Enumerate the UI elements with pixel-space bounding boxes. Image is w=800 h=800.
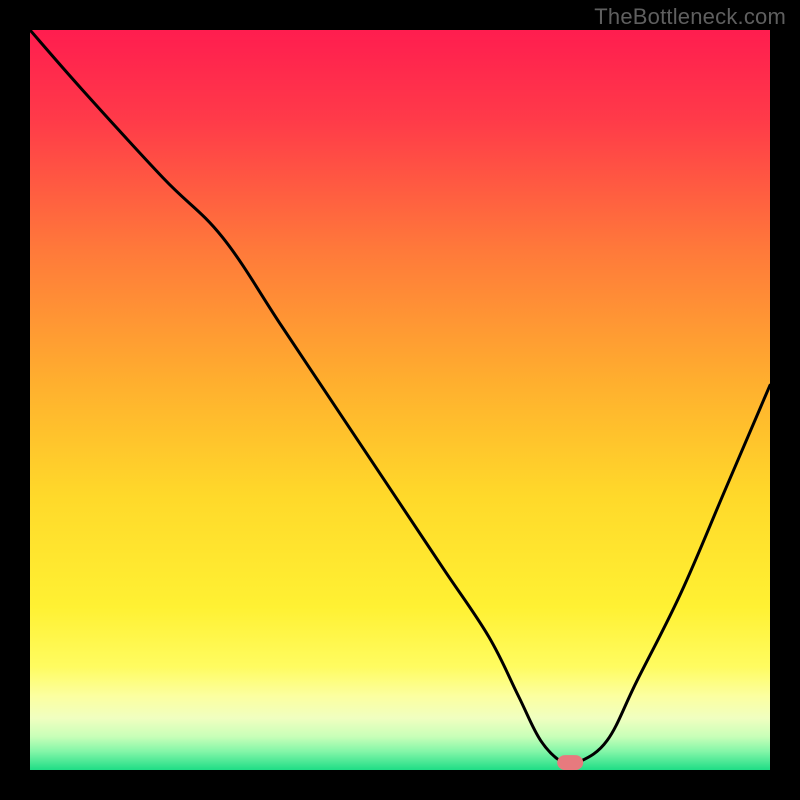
plot-svg: [30, 30, 770, 770]
optimal-point-marker: [557, 755, 583, 770]
bottleneck-curve-plot: [30, 30, 770, 770]
gradient-background: [30, 30, 770, 770]
chart-frame: TheBottleneck.com: [0, 0, 800, 800]
watermark-text: TheBottleneck.com: [594, 4, 786, 30]
